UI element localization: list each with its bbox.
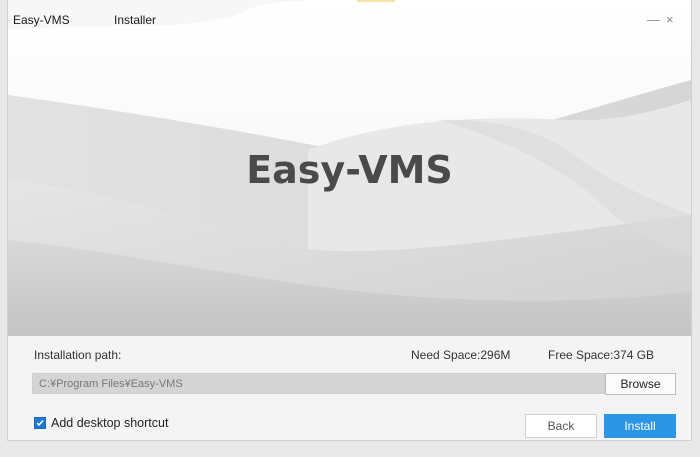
hero-title: Easy-VMS [246, 148, 453, 192]
install-path-input[interactable] [32, 373, 605, 394]
close-icon[interactable]: × [666, 13, 674, 27]
installer-window: Easy-VMS Installer — × Easy-VMS Installa… [8, 0, 691, 440]
need-space-label: Need Space:296M [411, 348, 511, 362]
install-panel: Installation path: Need Space:296M Free … [8, 336, 691, 440]
browse-button[interactable]: Browse [605, 373, 676, 395]
installation-path-label: Installation path: [34, 348, 122, 362]
desktop-shortcut-checkbox[interactable]: Add desktop shortcut [34, 416, 168, 430]
title-bar[interactable]: Easy-VMS Installer — × [8, 0, 691, 32]
minimize-icon[interactable]: — [647, 13, 660, 27]
desktop-shortcut-label: Add desktop shortcut [51, 416, 169, 430]
check-icon[interactable] [34, 417, 46, 429]
hero-banner: Easy-VMS Installer — × Easy-VMS [8, 0, 691, 336]
free-space-label: Free Space:374 GB [548, 348, 655, 362]
app-name: Easy-VMS [13, 13, 70, 27]
back-button[interactable]: Back [525, 414, 597, 438]
installer-label: Installer [114, 13, 157, 27]
install-button[interactable]: Install [604, 414, 676, 438]
